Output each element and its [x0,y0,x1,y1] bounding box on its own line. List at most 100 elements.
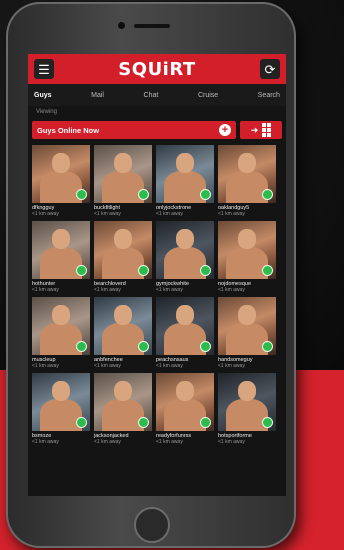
profile-card[interactable]: anbfenchee <1 km away [94,297,152,369]
arrow-right-icon: ➜ [250,124,259,135]
viewing-label: Viewing [36,109,57,115]
home-button[interactable] [134,507,170,543]
online-status-icon [76,417,87,428]
profile-card[interactable]: bearchloverd <1 km away [94,221,152,293]
profile-photo[interactable] [218,297,276,355]
photo-torso-shape [226,399,268,431]
photo-head-shape [238,153,256,173]
photo-torso-shape [164,171,206,203]
profile-photo[interactable] [32,145,90,203]
refresh-button[interactable]: ⟳ [260,59,280,79]
photo-head-shape [114,305,132,325]
photo-torso-shape [40,247,82,279]
online-status-icon [200,417,211,428]
profile-card[interactable]: buckfitlight <1 km away [94,145,152,217]
photo-torso-shape [226,171,268,203]
photo-torso-shape [102,247,144,279]
photo-head-shape [238,381,256,401]
profile-card[interactable]: hothunter <1 km away [32,221,90,293]
profile-distance: <1 km away [156,287,183,293]
photo-head-shape [114,153,132,173]
tab-chat[interactable]: Chat [144,92,159,99]
profile-distance: <1 km away [32,287,59,293]
online-status-icon [76,265,87,276]
photo-head-shape [52,153,70,173]
photo-torso-shape [226,323,268,355]
online-status-icon [200,265,211,276]
tab-cruise[interactable]: Cruise [198,92,218,99]
filter-selected-label: Guys Online Now [37,125,100,135]
profile-photo[interactable] [156,145,214,203]
photo-head-shape [238,305,256,325]
profile-card[interactable]: peachsnsaus <1 km away [156,297,214,369]
profile-card[interactable]: onlyjockstrone <1 km away [156,145,214,217]
photo-torso-shape [40,399,82,431]
profile-card[interactable]: dfkngguy <1 km away [32,145,90,217]
online-status-icon [138,189,149,200]
profile-photo[interactable] [94,145,152,203]
online-status-icon [76,341,87,352]
profile-card[interactable]: oaklandguy5 <1 km away [218,145,276,217]
profile-card[interactable]: jacksonjacked <1 km away [94,373,152,445]
profile-distance: <1 km away [156,211,183,217]
online-status-icon [262,341,273,352]
profile-grid: dfkngguy <1 km away buckfitlight <1 km away… [28,143,286,447]
tab-bar: Guys Mail Chat Cruise Search [28,84,286,106]
photo-head-shape [176,153,194,173]
menu-button[interactable]: ☰ [34,59,54,79]
profile-card[interactable]: nojdomesque <1 km away [218,221,276,293]
profile-photo[interactable] [218,221,276,279]
filter-bar: Guys Online Now + ➜ [28,119,286,143]
profile-photo[interactable] [32,221,90,279]
photo-torso-shape [164,247,206,279]
photo-torso-shape [102,171,144,203]
view-toggle-button[interactable]: ➜ [240,121,282,139]
photo-head-shape [52,381,70,401]
brand-logo: SQUiRT [118,58,196,80]
profile-card[interactable]: muscleup <1 km away [32,297,90,369]
photo-torso-shape [40,323,82,355]
online-status-icon [76,189,87,200]
profile-distance: <1 km away [218,363,245,369]
plus-icon[interactable]: + [219,124,231,136]
profile-card[interactable]: gymjockwhite <1 km away [156,221,214,293]
photo-head-shape [114,381,132,401]
profile-card[interactable]: handsomeguy <1 km away [218,297,276,369]
online-status-icon [200,341,211,352]
profile-distance: <1 km away [94,211,121,217]
online-status-icon [138,417,149,428]
online-status-icon [262,417,273,428]
photo-head-shape [176,305,194,325]
filter-dropdown[interactable]: Guys Online Now + [32,121,236,139]
app-screen: ☰ SQUiRT ⟳ Guys Mail Chat Cruise Search … [28,54,286,496]
photo-torso-shape [164,323,206,355]
profile-photo[interactable] [156,297,214,355]
profile-distance: <1 km away [218,287,245,293]
online-status-icon [138,341,149,352]
profile-photo[interactable] [156,221,214,279]
profile-photo[interactable] [94,221,152,279]
profile-photo[interactable] [32,373,90,431]
tab-mail[interactable]: Mail [91,92,104,99]
profile-card[interactable]: hotsportforme <1 km away [218,373,276,445]
profile-photo[interactable] [218,373,276,431]
profile-card[interactable]: bsmoze <1 km away [32,373,90,445]
photo-torso-shape [102,399,144,431]
profile-distance: <1 km away [94,363,121,369]
profile-card[interactable]: readyforfunrss <1 km away [156,373,214,445]
tab-search[interactable]: Search [258,92,280,99]
photo-head-shape [238,229,256,249]
photo-head-shape [52,305,70,325]
photo-torso-shape [40,171,82,203]
tab-guys[interactable]: Guys [34,92,52,99]
profile-distance: <1 km away [156,363,183,369]
camera-icon [118,22,125,29]
hamburger-icon: ☰ [38,61,50,77]
profile-photo[interactable] [156,373,214,431]
profile-photo[interactable] [32,297,90,355]
profile-photo[interactable] [94,297,152,355]
online-status-icon [200,189,211,200]
profile-photo[interactable] [218,145,276,203]
photo-head-shape [176,229,194,249]
profile-photo[interactable] [94,373,152,431]
